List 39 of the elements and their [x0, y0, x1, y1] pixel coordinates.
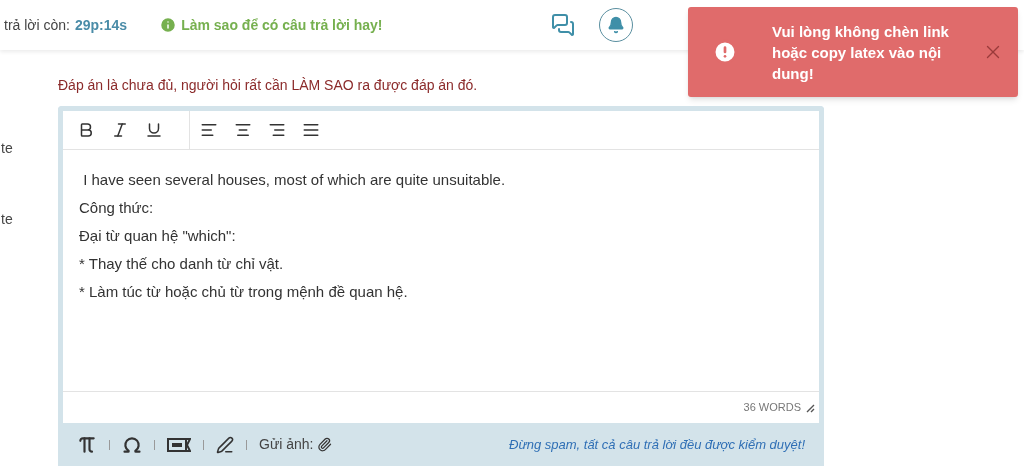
underline-icon [145, 121, 163, 139]
omega-button[interactable] [122, 434, 142, 455]
pi-button[interactable] [77, 434, 97, 455]
italic-button[interactable] [111, 121, 129, 139]
answer-line: I have seen several houses, most of which are quite unsuitable. [82, 170, 507, 190]
align-right-button[interactable] [268, 121, 286, 139]
align-center-button[interactable] [234, 121, 252, 139]
pen-icon [216, 435, 234, 454]
moderation-notice: Đừng spam, tất cả câu trả lời đều được kiểm duyệt! [509, 435, 805, 454]
omega-icon [122, 434, 142, 455]
answer-line: Công thức: [79, 198, 155, 218]
bell-icon [606, 16, 625, 34]
sidebar-item[interactable]: te [0, 209, 58, 230]
upload-image-button[interactable]: Gửi ảnh: [259, 434, 332, 455]
justify-icon [302, 121, 320, 139]
pi-icon [77, 434, 97, 455]
align-center-icon [234, 121, 252, 139]
answer-line: * Thay thế cho danh từ chỉ vật. [79, 254, 285, 274]
word-count: 36 WORDS [743, 400, 801, 416]
timer-label: trả lời còn: [4, 15, 70, 35]
messages-button[interactable] [550, 13, 575, 37]
pen-button[interactable] [216, 435, 234, 454]
answer-field[interactable]: I have seen several houses, most of which are quite unsuitable. Công thức: Đại từ quan hệ "which": * Thay thế cho danh từ chỉ vật. * Làm túc từ hoặc chủ từ trong mệnh đề quan hệ. [63, 150, 819, 392]
justify-button[interactable] [302, 121, 320, 139]
alert-icon [712, 39, 738, 65]
answer-line: * Làm túc từ hoặc chủ từ trong mệnh đề quan hệ. [79, 282, 409, 302]
align-right-icon [268, 121, 286, 139]
resize-handle-icon[interactable] [805, 402, 815, 413]
info-icon [159, 16, 178, 34]
paperclip-icon [316, 437, 332, 452]
chat-bubbles-icon [550, 13, 575, 37]
sidebar-item[interactable]: te [0, 138, 58, 159]
align-left-icon [200, 121, 218, 139]
align-left-button[interactable] [200, 121, 218, 139]
timer-value: 29p:14s [75, 15, 128, 35]
italic-icon [111, 121, 129, 139]
toast-message: Vui lòng không chèn link hoặc copy latex vào nội dung! [772, 21, 950, 84]
underline-button[interactable] [145, 121, 163, 139]
answer-line: Đại từ quan hệ "which": [79, 226, 237, 246]
